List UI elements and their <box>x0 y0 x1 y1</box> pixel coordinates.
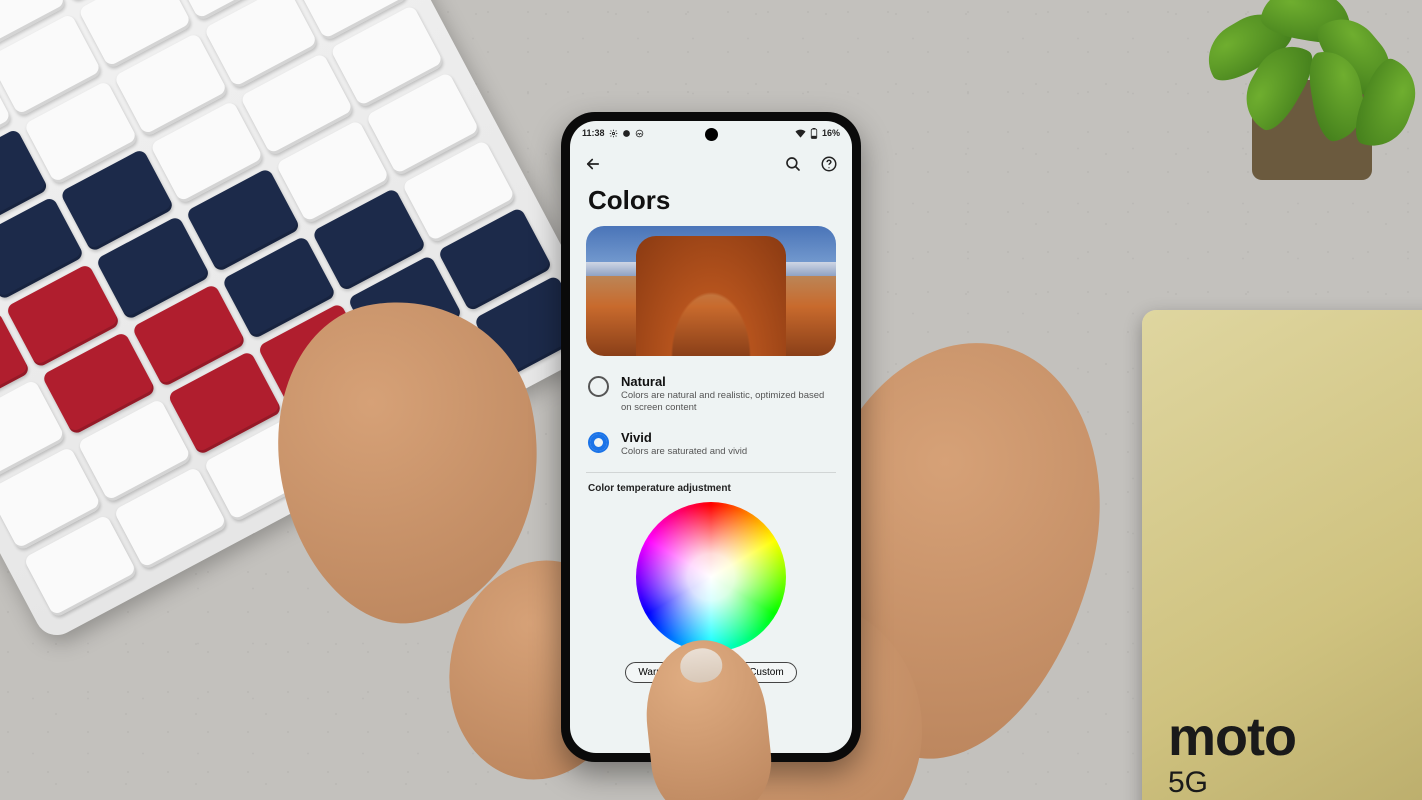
radio-icon[interactable] <box>588 432 609 453</box>
section-label: Color temperature adjustment <box>570 479 852 500</box>
settings-status-icon <box>609 129 618 138</box>
search-icon[interactable] <box>784 155 802 173</box>
box-brand: moto <box>1168 710 1296 764</box>
color-temperature-wheel[interactable] <box>636 502 786 652</box>
box-subtext: 5G <box>1168 766 1208 800</box>
status-time: 11:38 <box>582 128 605 138</box>
option-title: Vivid <box>621 430 747 445</box>
plant-prop <box>1172 0 1422 220</box>
page-title: Colors <box>570 183 852 226</box>
wifi-status-icon <box>795 129 806 138</box>
option-desc: Colors are saturated and vivid <box>621 446 747 458</box>
camera-punch-hole <box>705 128 718 141</box>
battery-status-icon <box>810 128 818 139</box>
app-bar <box>570 145 852 183</box>
fingernail <box>679 646 724 684</box>
preview-arch <box>636 236 786 356</box>
status-battery: 16% <box>822 128 840 138</box>
back-icon[interactable] <box>584 155 602 173</box>
option-desc: Colors are natural and realistic, optimi… <box>621 390 834 414</box>
color-mode-option-natural[interactable]: Natural Colors are natural and realistic… <box>570 366 852 422</box>
color-mode-option-vivid[interactable]: Vivid Colors are saturated and vivid <box>570 422 852 466</box>
radio-icon[interactable] <box>588 376 609 397</box>
moto-status-icon <box>635 129 644 138</box>
option-title: Natural <box>621 374 834 389</box>
section-divider <box>586 472 836 473</box>
dnd-status-icon <box>622 129 631 138</box>
help-icon[interactable] <box>820 155 838 173</box>
product-box: Plastic-free packaging moto 5G <box>1142 310 1422 800</box>
color-preview-card <box>586 226 836 356</box>
